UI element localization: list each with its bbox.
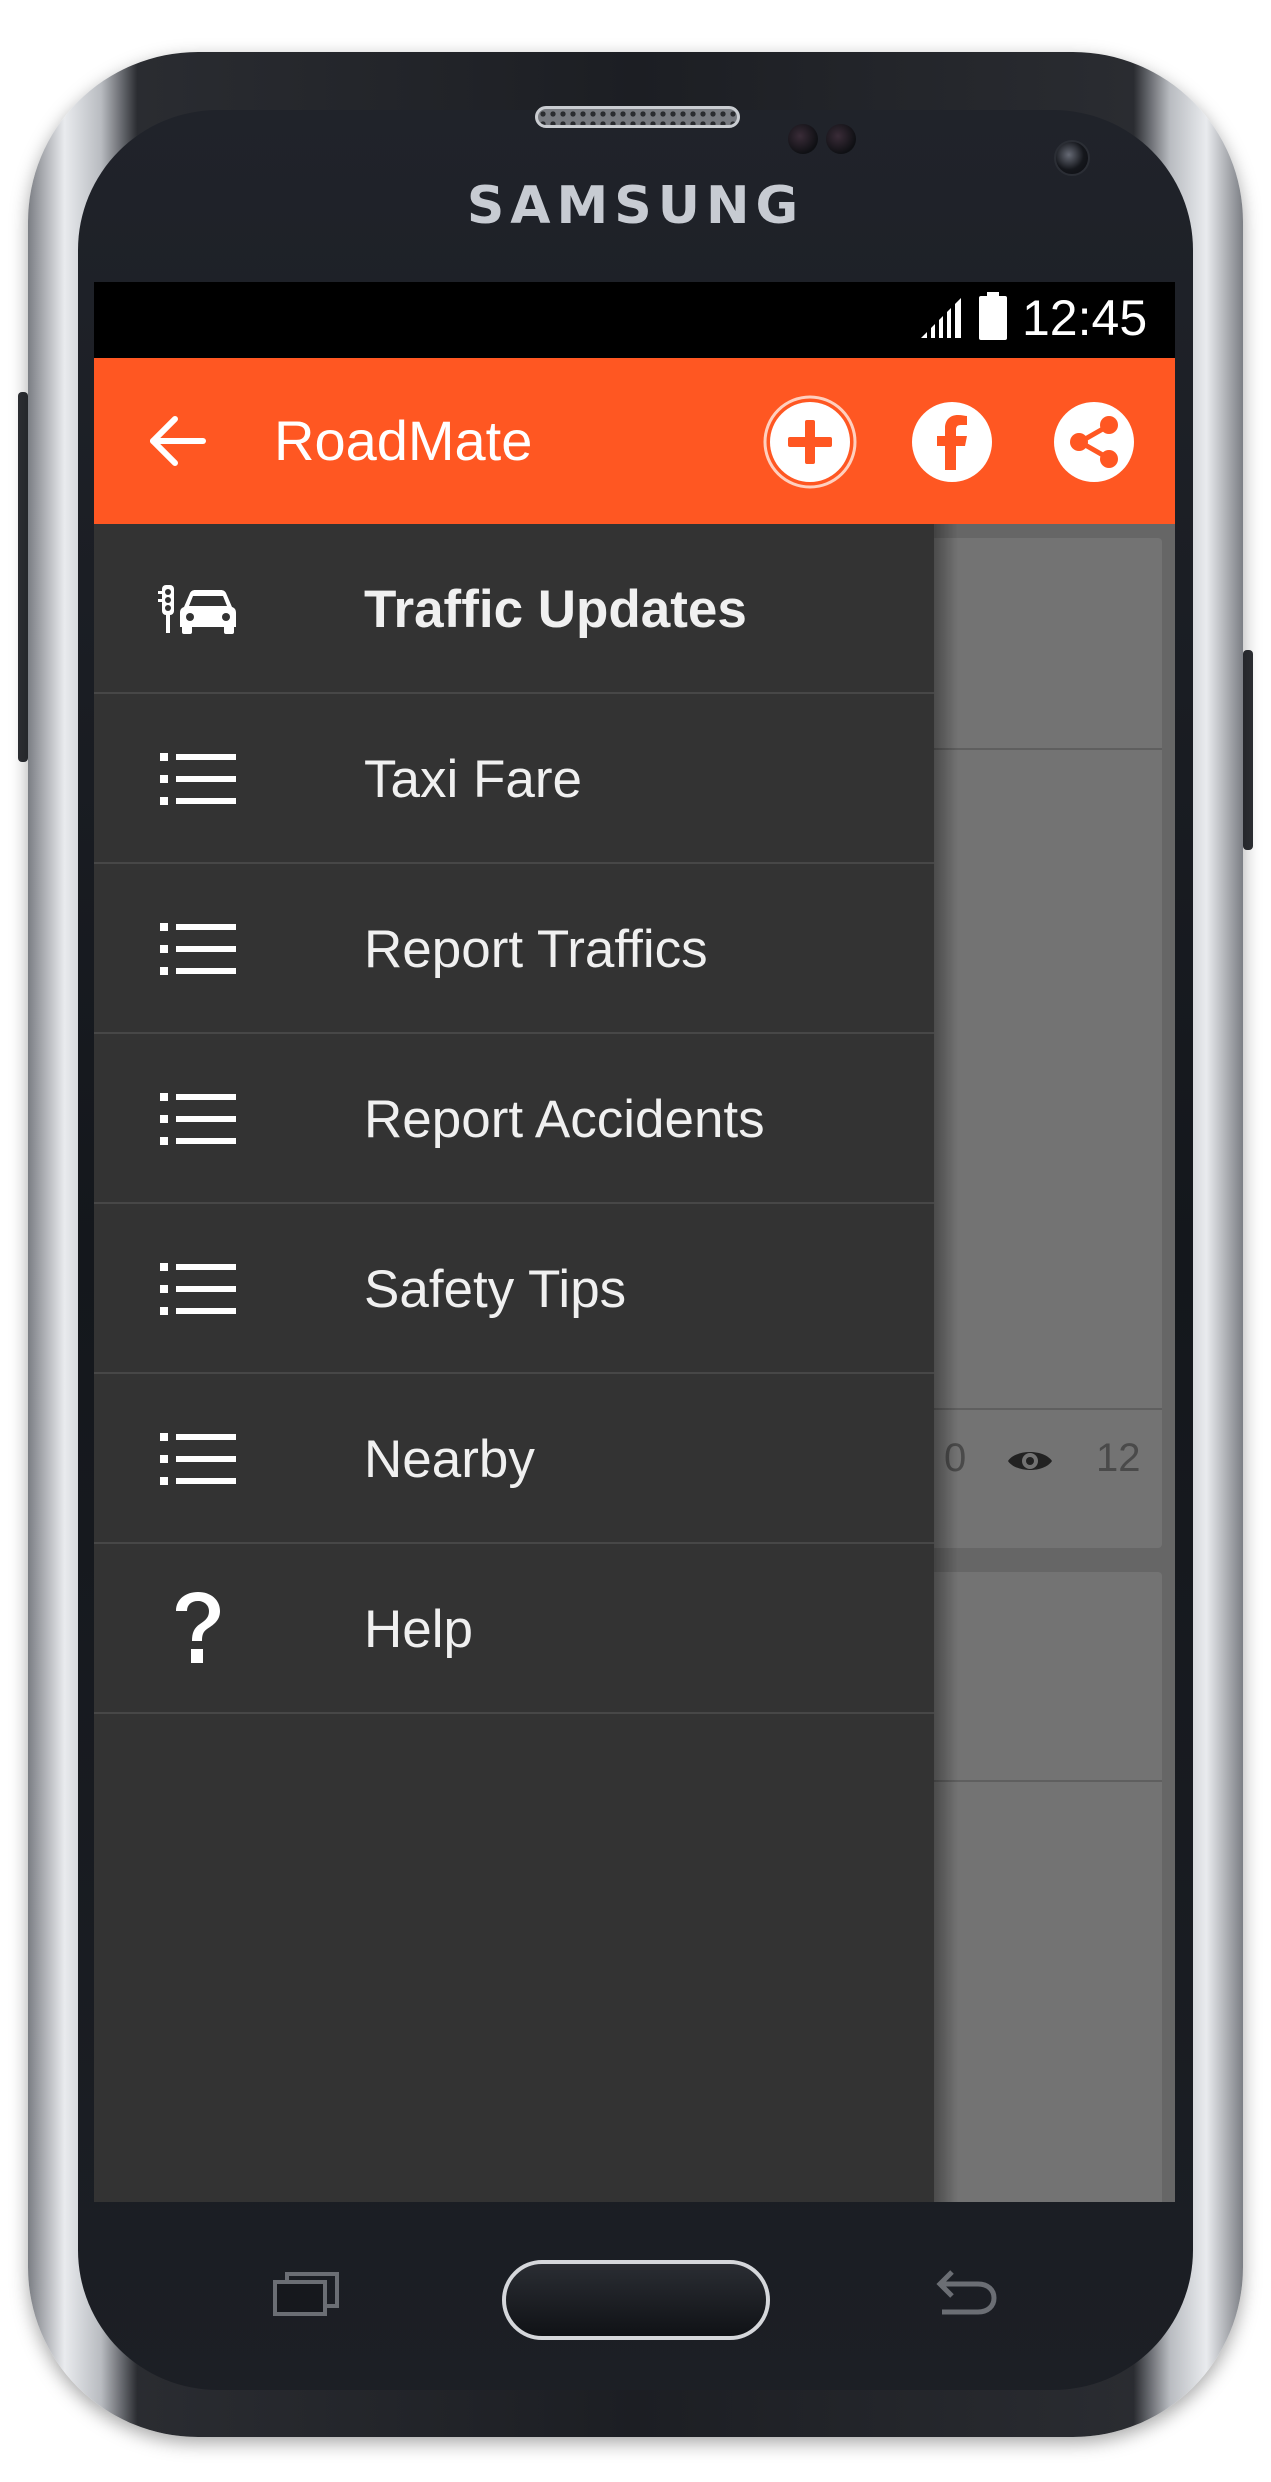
help-icon: [158, 1589, 238, 1669]
list-icon: [158, 1079, 238, 1159]
drawer-item-label: Report Accidents: [364, 1089, 765, 1149]
eye-icon: [1008, 1452, 1052, 1470]
traffic-car-icon: [158, 569, 238, 649]
battery-icon: [979, 292, 1007, 340]
status-bar: 12:45: [94, 282, 1175, 358]
recent-apps-icon[interactable]: [273, 2272, 339, 2316]
list-icon: [158, 739, 238, 819]
drawer-item-safety-tips[interactable]: Safety Tips: [94, 1204, 934, 1374]
power-button: [1243, 650, 1253, 850]
drawer-item-help[interactable]: Help: [94, 1544, 934, 1714]
drawer-item-report-traffics[interactable]: Report Traffics: [94, 864, 934, 1034]
list-icon: [158, 909, 238, 989]
drawer-shadow: [934, 524, 958, 2202]
light-sensor: [826, 124, 856, 154]
back-button[interactable]: [144, 408, 210, 474]
drawer-item-label: Safety Tips: [364, 1259, 627, 1319]
drawer-item-label: Nearby: [364, 1429, 535, 1489]
share-button[interactable]: [1046, 394, 1142, 490]
arrow-left-icon: [150, 416, 206, 466]
share-icon: [1054, 402, 1134, 482]
drawer-item-nearby[interactable]: Nearby: [94, 1374, 934, 1544]
screen: 12:45 RoadMate 12 Traffic Updates Taxi F…: [94, 282, 1175, 2202]
drawer-item-report-accidents[interactable]: Report Accidents: [94, 1034, 934, 1204]
list-icon: [158, 1249, 238, 1329]
add-button[interactable]: [762, 394, 858, 490]
drawer-item-label: Report Traffics: [364, 919, 708, 979]
back-nav-icon[interactable]: [930, 2270, 1000, 2320]
drawer-item-taxi-fare[interactable]: Taxi Fare: [94, 694, 934, 864]
facebook-icon: [912, 402, 992, 482]
navigation-drawer: Traffic Updates Taxi Fare Report Traffic…: [94, 524, 934, 2202]
signal-icon: [921, 298, 961, 338]
view-count: 12: [1096, 1436, 1141, 1480]
app-toolbar: RoadMate: [94, 358, 1175, 524]
device-brand-logo: SAMSUNG: [466, 176, 805, 236]
earpiece-speaker: [535, 106, 740, 128]
proximity-sensor: [788, 124, 818, 154]
drawer-item-label: Taxi Fare: [364, 749, 582, 809]
front-camera: [1054, 140, 1090, 176]
home-button[interactable]: [502, 2260, 770, 2340]
drawer-item-label: Traffic Updates: [364, 579, 747, 639]
status-time: 12:45: [1022, 290, 1148, 346]
add-icon: [763, 395, 857, 489]
drawer-item-traffic-updates[interactable]: Traffic Updates: [94, 524, 934, 694]
list-icon: [158, 1419, 238, 1499]
facebook-button[interactable]: [904, 394, 1000, 490]
app-title: RoadMate: [274, 409, 533, 472]
drawer-item-label: Help: [364, 1599, 474, 1659]
volume-button: [18, 392, 28, 762]
